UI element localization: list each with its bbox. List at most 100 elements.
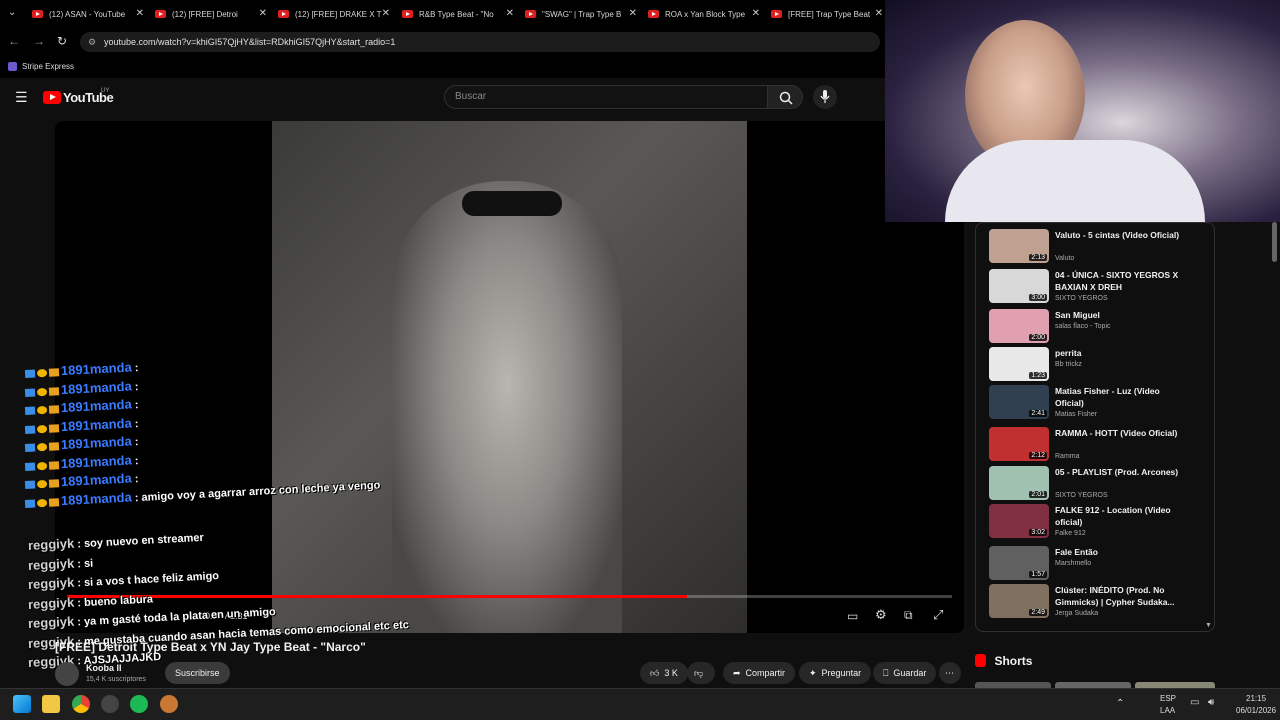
video-title[interactable]: perrita xyxy=(1055,347,1185,359)
spotify-icon[interactable] xyxy=(130,695,148,713)
list-item[interactable]: 2:01 05 - PLAYLIST (Prod. Arcones) SIXTO Y… xyxy=(989,466,1209,504)
list-item[interactable]: 1:23 perrita Bb trickz xyxy=(989,347,1209,385)
close-icon[interactable]: ✕ xyxy=(875,8,883,19)
browser-tab[interactable]: (12) [FREE] DRAKE X T ✕ xyxy=(278,4,390,24)
badge-icon xyxy=(36,405,48,415)
channel-name[interactable]: Valuto xyxy=(1055,255,1074,262)
video-title[interactable]: Valuto - 5 cintas (Video Oficial) xyxy=(1055,229,1185,241)
like-button[interactable]: 👍︎ 3 K xyxy=(640,662,688,684)
language-indicator[interactable]: ESP xyxy=(1160,694,1176,703)
ask-button[interactable]: ✦ Preguntar xyxy=(799,662,872,684)
channel-name[interactable]: Kooba II xyxy=(86,663,122,673)
video-thumbnail[interactable]: 1:23 xyxy=(989,347,1049,381)
video-title[interactable]: 04 - ÚNICA - SIXTO YEGROS X BAXIAN X DRE… xyxy=(1055,269,1185,293)
list-item[interactable]: 2:13 Valuto - 5 cintas (Video Oficial) Val… xyxy=(989,229,1209,267)
channel-name[interactable]: Falke 912 xyxy=(1055,530,1086,537)
windows-start-icon[interactable] xyxy=(13,695,31,713)
video-thumbnail[interactable]: 2:49 xyxy=(989,584,1049,618)
channel-name[interactable]: Bb trickz xyxy=(1055,361,1082,368)
browser-tab[interactable]: (12) [FREE] Detroi ✕ xyxy=(155,4,267,24)
channel-name[interactable]: Matias Fisher xyxy=(1055,411,1097,418)
list-item[interactable]: 3:00 04 - ÚNICA - SIXTO YEGROS X BAXIAN X… xyxy=(989,269,1209,307)
reload-icon[interactable]: ↻ xyxy=(57,34,67,48)
channel-name[interactable]: salas flaco - Topic xyxy=(1055,323,1111,330)
close-icon[interactable]: ✕ xyxy=(259,8,267,19)
close-icon[interactable]: ✕ xyxy=(382,8,390,19)
progress-bar[interactable] xyxy=(67,595,952,598)
subtitles-icon[interactable]: ▭ xyxy=(847,609,858,623)
more-button[interactable]: ⋯ xyxy=(939,662,961,684)
video-thumbnail[interactable]: 2:13 xyxy=(989,229,1049,263)
browser-tab[interactable]: (12) ASAN - YouTube ✕ xyxy=(32,4,144,24)
fl-studio-icon[interactable] xyxy=(160,695,178,713)
video-thumbnail[interactable]: 1:57 xyxy=(989,546,1049,580)
close-icon[interactable]: ✕ xyxy=(752,8,760,19)
channel-name[interactable]: Ramma xyxy=(1055,453,1080,460)
avatar[interactable] xyxy=(55,662,79,686)
bookmark-stripe[interactable]: Stripe Express xyxy=(22,62,74,71)
video-title[interactable]: Matias Fisher - Luz (Video Oficial) xyxy=(1055,385,1185,409)
fullscreen-icon[interactable]: ⤢ xyxy=(933,607,943,623)
video-thumbnail[interactable]: 2:12 xyxy=(989,427,1049,461)
video-thumbnail[interactable]: 2:00 xyxy=(989,309,1049,343)
youtube-logo-icon[interactable] xyxy=(43,91,61,104)
video-title[interactable]: FALKE 912 - Location (Video oficial) xyxy=(1055,504,1185,528)
browser-tab[interactable]: R&B Type Beat - "No ✕ xyxy=(402,4,514,24)
badge-icon xyxy=(24,462,36,471)
channel-name[interactable]: Marshmello xyxy=(1055,560,1091,567)
close-icon[interactable]: ✕ xyxy=(629,8,637,19)
close-icon[interactable]: ✕ xyxy=(136,8,144,19)
badge-icon xyxy=(36,424,48,433)
save-button[interactable]: ⎕ Guardar xyxy=(873,662,937,684)
video-thumbnail[interactable]: 2:01 xyxy=(989,466,1049,500)
app-icon[interactable] xyxy=(101,695,119,713)
video-thumbnail[interactable]: 3:00 xyxy=(989,269,1049,303)
shorts-icon xyxy=(975,654,986,668)
menu-icon[interactable]: ☰ xyxy=(15,89,28,106)
list-item[interactable]: 2:41 Matias Fisher - Luz (Video Oficial) M… xyxy=(989,385,1209,423)
miniplayer-icon[interactable]: ⧉ xyxy=(904,608,913,623)
list-item[interactable]: 3:02 FALKE 912 - Location (Video oficial)… xyxy=(989,504,1209,542)
chevron-up-icon[interactable]: ⌃ xyxy=(1116,698,1124,709)
browser-tab[interactable]: ROA x Yan Block Type ✕ xyxy=(648,4,760,24)
settings-icon[interactable]: ⚙ xyxy=(875,607,887,623)
search-input[interactable]: Buscar xyxy=(444,85,768,109)
back-icon[interactable]: ← xyxy=(8,34,20,48)
video-thumbnail[interactable]: 3:02 xyxy=(989,504,1049,538)
channel-name[interactable]: SIXTO YEGROS xyxy=(1055,492,1108,499)
browser-tab[interactable]: "SWAG" | Trap Type B ✕ xyxy=(525,4,637,24)
list-item[interactable]: 2:00 San Miguel salas flaco - Topic xyxy=(989,309,1209,347)
video-title[interactable]: RAMMA - HOTT (Video Oficial) xyxy=(1055,427,1185,439)
url-field[interactable]: ⚙ youtube.com/watch?v=khiGI57QjHY&list=R… xyxy=(80,32,880,52)
share-button[interactable]: ➦ Compartir xyxy=(723,662,796,684)
volume-icon[interactable]: 🔊︎ xyxy=(1208,697,1214,708)
scrollbar[interactable] xyxy=(1272,222,1277,262)
recommendations-panel: 2:13 Valuto - 5 cintas (Video Oficial) Val… xyxy=(975,222,1215,632)
search-button[interactable] xyxy=(767,85,803,109)
file-explorer-icon[interactable] xyxy=(42,695,60,713)
list-item[interactable]: 2:49 Clúster: INÉDITO (Prod. No Gimmicks)… xyxy=(989,584,1209,622)
tab-list-icon[interactable]: ⌄ xyxy=(8,7,16,18)
video-thumbnail[interactable]: 2:41 xyxy=(989,385,1049,419)
voice-search-button[interactable] xyxy=(813,85,837,109)
close-icon[interactable]: ✕ xyxy=(506,8,514,19)
video-player[interactable]: 0:07 / 2:31 ▭ ⚙ ⧉ ⤢ xyxy=(55,121,964,633)
duration-badge: 3:00 xyxy=(1029,294,1047,301)
browser-tab[interactable]: [FREE] Trap Type Beat ✕ xyxy=(771,4,883,24)
list-item[interactable]: 2:12 RAMMA - HOTT (Video Oficial) Ramma xyxy=(989,427,1209,465)
clock-time[interactable]: 21:15 xyxy=(1246,694,1266,703)
dislike-button[interactable]: 👎︎ xyxy=(687,662,715,684)
network-icon[interactable]: ▭ xyxy=(1190,697,1199,708)
chrome-icon[interactable] xyxy=(72,695,90,713)
channel-name[interactable]: Jerga Sudaka xyxy=(1055,610,1098,617)
site-info-icon[interactable]: ⚙ xyxy=(88,32,96,52)
video-title[interactable]: San Miguel xyxy=(1055,309,1185,321)
video-title[interactable]: Clúster: INÉDITO (Prod. No Gimmicks) | C… xyxy=(1055,584,1185,608)
subscribe-button[interactable]: Suscribirse xyxy=(165,662,230,684)
video-title[interactable]: Fale Então xyxy=(1055,546,1185,558)
scroll-down-icon[interactable]: ▼ xyxy=(1205,622,1212,629)
list-item[interactable]: 1:57 Fale Então Marshmello xyxy=(989,546,1209,584)
video-title[interactable]: 05 - PLAYLIST (Prod. Arcones) xyxy=(1055,466,1185,478)
forward-icon[interactable]: → xyxy=(33,34,45,48)
channel-name[interactable]: SIXTO YEGROS xyxy=(1055,295,1108,302)
